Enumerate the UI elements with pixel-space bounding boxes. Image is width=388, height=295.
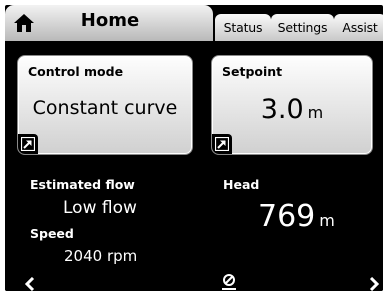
control-mode-title: Control mode: [28, 64, 124, 79]
position-icon: [222, 274, 236, 290]
head-value: 769: [258, 199, 316, 234]
home-content: Control mode Constant curve Setpoint 3.0…: [5, 41, 383, 291]
tab-status[interactable]: Status: [215, 14, 271, 41]
tab-home[interactable]: Home: [5, 5, 213, 41]
tab-settings[interactable]: Settings: [271, 14, 334, 41]
head-label: Head: [223, 177, 260, 192]
edit-arrow-icon[interactable]: [18, 134, 38, 154]
setpoint-card[interactable]: Setpoint 3.0 m: [211, 55, 373, 155]
setpoint-title: Setpoint: [222, 64, 283, 79]
pump-display: Home Status Settings Assist Control mode…: [5, 5, 383, 291]
edit-arrow-icon[interactable]: [212, 134, 232, 154]
estimated-flow-value: Low flow: [63, 198, 137, 218]
nav-left-icon[interactable]: [23, 277, 37, 291]
speed-value: 2040 rpm: [64, 247, 138, 265]
estimated-flow-label: Estimated flow: [30, 177, 135, 192]
control-mode-card[interactable]: Control mode Constant curve: [17, 55, 193, 155]
head-unit: m: [319, 211, 335, 230]
setpoint-value-row: 3.0 m: [212, 94, 372, 125]
setpoint-unit: m: [307, 103, 324, 122]
setpoint-value: 3.0: [260, 94, 304, 125]
nav-right-icon[interactable]: [367, 277, 381, 291]
tab-home-label: Home: [80, 10, 140, 31]
tab-assist[interactable]: Assist: [334, 14, 383, 41]
home-icon: [14, 14, 34, 32]
speed-label: Speed: [30, 226, 74, 241]
control-mode-value: Constant curve: [32, 97, 178, 119]
head-value-row: 769 m: [258, 199, 335, 234]
